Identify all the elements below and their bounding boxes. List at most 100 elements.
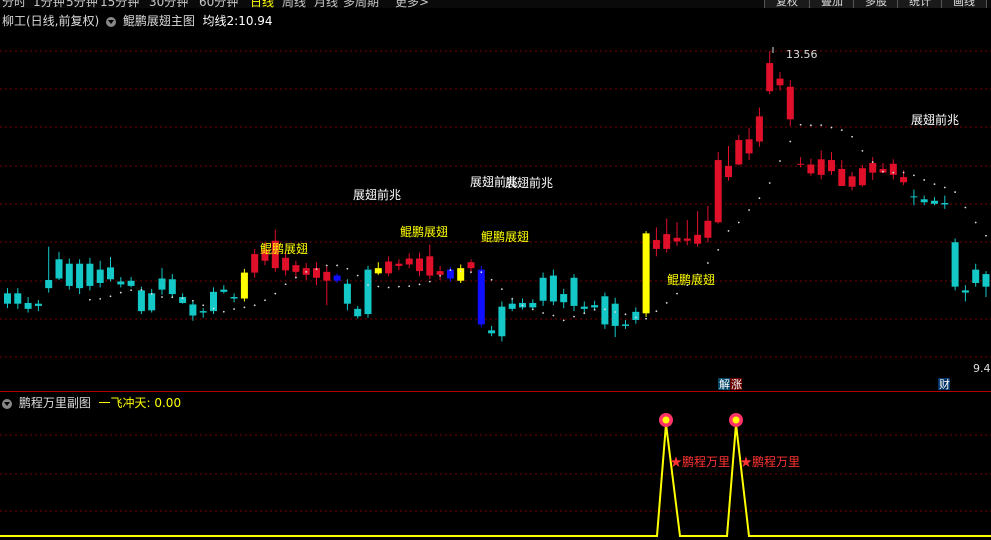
ma-dot-12 <box>130 289 133 292</box>
sub-line-series <box>0 423 991 537</box>
candle-body-10 <box>107 267 114 280</box>
event-marker-0: 解 <box>719 377 730 391</box>
candle-body-66 <box>683 238 691 241</box>
kline-chart[interactable]: 13.569.4鲲鹏展翅鲲鹏展翅 鲲鹏展翅鲲鹏展翅展翅前兆展翅前兆展翅前兆展翅前兆… <box>0 0 991 540</box>
ma-dot-56 <box>583 312 586 315</box>
candle-body-95 <box>982 274 990 287</box>
candle-body-69 <box>714 160 722 223</box>
qianzhao-signal-label-3: 展翅前兆 <box>911 112 959 127</box>
candle-body-60 <box>622 324 629 326</box>
candle-body-67 <box>694 234 702 244</box>
candle-body-38 <box>395 263 403 266</box>
ma-dot-71 <box>737 221 740 224</box>
ma-dot-52 <box>542 312 544 314</box>
ma-dot-72 <box>748 209 750 211</box>
ma-dot-49 <box>511 297 514 300</box>
ma-dot-27 <box>284 283 287 286</box>
candle-body-56 <box>580 306 588 309</box>
candle-body-24 <box>251 254 259 273</box>
ma-dot-14 <box>150 293 153 295</box>
candle-body-6 <box>65 263 73 286</box>
ma-dot-59 <box>614 311 617 313</box>
kunpeng-signal-label-0: 鲲鹏展翅 <box>260 241 308 256</box>
candle-body-7 <box>76 263 84 289</box>
candle-body-82 <box>848 176 856 187</box>
candle-body-75 <box>776 78 784 86</box>
candle-body-32 <box>333 275 341 281</box>
candle-body-76 <box>786 86 794 120</box>
candle-body-21 <box>220 289 228 292</box>
candle-body-55 <box>570 277 578 306</box>
candle-body-78 <box>807 164 815 174</box>
ma-dot-8 <box>89 298 91 301</box>
ma-dot-40 <box>418 283 421 286</box>
kunpeng-signal-label-1: 鲲鹏展翅 <box>400 224 448 239</box>
candle-body-71 <box>735 140 743 165</box>
candle-body-89 <box>920 199 928 203</box>
ma-dot-81 <box>840 129 843 132</box>
candle-body-80 <box>828 160 835 172</box>
ma-dot-47 <box>490 278 493 281</box>
ma-dot-19 <box>202 304 205 307</box>
ma-dot-44 <box>459 270 462 273</box>
kunpeng-signal-label-3: 鲲鹏展翅 <box>667 272 715 287</box>
candle-body-45 <box>467 262 475 269</box>
ma-dot-18 <box>192 299 194 302</box>
candle-body-79 <box>817 159 825 175</box>
ma-dot-10 <box>109 295 112 298</box>
ma-dot-90 <box>933 183 936 186</box>
ma-dot-28 <box>295 276 297 279</box>
ma-dot-23 <box>243 306 246 309</box>
qianzhao-signal-label-2: 展翅前兆 <box>505 175 553 190</box>
ma-dot-20 <box>212 307 215 310</box>
candle-body-28 <box>292 265 300 272</box>
ma-dot-68 <box>707 262 709 264</box>
candle-body-54 <box>560 294 568 303</box>
ma-dot-37 <box>387 286 390 289</box>
candle-body-1 <box>14 293 22 304</box>
ma-dot-26 <box>274 292 277 295</box>
ma-dot-76 <box>789 140 792 143</box>
candle-body-11 <box>117 281 125 285</box>
ma-dot-63 <box>655 310 658 313</box>
ma-dot-74 <box>768 182 771 184</box>
candle-body-64 <box>663 234 671 249</box>
candle-body-93 <box>961 290 969 293</box>
ma-dot-46 <box>480 271 483 274</box>
candle-body-94 <box>972 269 980 283</box>
ma-dot-83 <box>861 149 864 152</box>
ma-dot-65 <box>676 292 678 295</box>
candle-body-33 <box>343 283 351 304</box>
ma-dot-21 <box>222 310 225 313</box>
candle-body-59 <box>611 303 619 326</box>
candle-body-35 <box>364 269 372 315</box>
ma-dot-55 <box>573 315 575 318</box>
ma-dot-33 <box>346 267 349 270</box>
candle-body-31 <box>323 271 331 281</box>
event-marker-2: 财 <box>939 377 950 391</box>
ma-dot-36 <box>377 285 380 288</box>
qianzhao-signal-label-0: 展翅前兆 <box>353 187 401 202</box>
ma-dot-48 <box>501 288 503 291</box>
candle-body-40 <box>416 258 423 272</box>
candle-body-3 <box>34 303 42 306</box>
ma-dot-42 <box>439 274 441 277</box>
candle-body-77 <box>797 163 805 165</box>
candle-body-41 <box>426 256 434 276</box>
candle-body-73 <box>755 116 763 142</box>
ma-dot-58 <box>604 308 606 311</box>
candle-body-47 <box>488 330 496 334</box>
ma-dot-35 <box>367 284 369 286</box>
candle-body-44 <box>457 268 465 281</box>
ma-dot-84 <box>871 161 874 163</box>
candle-body-87 <box>900 177 908 183</box>
candle-body-18 <box>189 304 197 316</box>
ma-dot-38 <box>398 285 400 288</box>
ma-dot-95 <box>985 234 987 237</box>
candle-body-4 <box>45 280 53 289</box>
ma-dot-82 <box>851 135 853 138</box>
candle-body-39 <box>405 258 413 265</box>
candle-body-22 <box>230 297 238 299</box>
candle-body-83 <box>858 168 866 186</box>
ma-dot-53 <box>552 314 555 317</box>
